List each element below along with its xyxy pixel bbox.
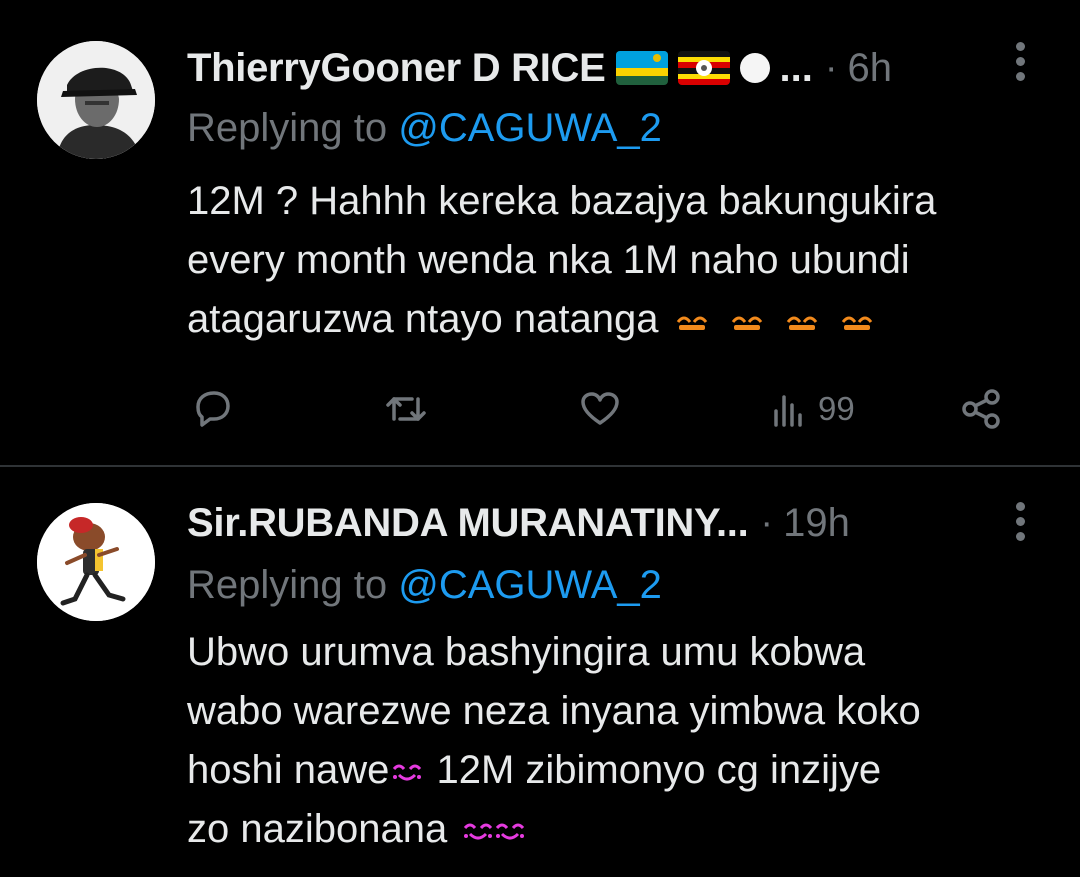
- pink-emoji-icon: [462, 820, 494, 842]
- more-options-icon[interactable]: [1010, 502, 1030, 546]
- orange-emoji-icon: [731, 310, 763, 332]
- retweet-icon: [386, 397, 426, 421]
- separator-dot: ·: [760, 501, 774, 544]
- tweet-text-line: atagaruzwa ntayo natanga: [187, 290, 1047, 349]
- avatar-cartoon-icon: [37, 503, 155, 621]
- pink-emoji-icon: [494, 820, 526, 842]
- tweet-text-fragment: 12M zibimonyo cg inzijye: [425, 748, 882, 792]
- tweet-header: ThierryGooner D RICE ... · 6h: [187, 40, 950, 96]
- retweet-button[interactable]: [384, 384, 428, 434]
- separator-dot: ·: [824, 46, 838, 89]
- tweet-actions: 99: [0, 384, 1080, 434]
- reply-icon: [196, 391, 230, 427]
- white-circle-icon: [739, 53, 770, 83]
- orange-emoji-icon: [841, 310, 873, 332]
- display-name[interactable]: ThierryGooner D RICE: [187, 46, 606, 91]
- display-name[interactable]: Sir.RUBANDA MURANATINY...: [187, 501, 749, 546]
- views-button[interactable]: 99: [768, 384, 855, 434]
- user-avatar[interactable]: [37, 41, 155, 159]
- tweet-text-line: hoshi nawe 12M zibimonyo cg inzijye: [187, 741, 1047, 800]
- tweet-header: Sir.RUBANDA MURANATINY... · 19h: [187, 495, 950, 551]
- tweet-card[interactable]: Sir.RUBANDA MURANATINY... · 19h Replying…: [0, 467, 1080, 877]
- replying-to: Replying to @CAGUWA_2: [187, 106, 662, 151]
- replying-prefix: Replying to: [187, 563, 388, 607]
- tweet-text: Ubwo urumva bashyingira umu kobwa wabo w…: [187, 623, 1047, 859]
- orange-emoji-icon: [786, 310, 818, 332]
- tweet-text-fragment: zo nazibonana: [187, 807, 448, 851]
- avatar-photo-icon: [37, 41, 155, 159]
- tweet-text-line: 12M ? Hahhh kereka bazajya bakungukira: [187, 179, 937, 223]
- reply-button[interactable]: [190, 384, 234, 434]
- tweet-card[interactable]: ThierryGooner D RICE ... · 6h Replying t…: [0, 0, 1080, 466]
- like-button[interactable]: [578, 384, 622, 434]
- share-button[interactable]: [960, 384, 1004, 434]
- uganda-flag-icon: [677, 51, 730, 85]
- tweet-text-line: wabo warezwe neza inyana yimbwa koko: [187, 689, 921, 733]
- tweet-text-fragment: hoshi nawe: [187, 748, 390, 792]
- replying-handle-link[interactable]: @CAGUWA_2: [398, 563, 662, 607]
- replying-prefix: Replying to: [187, 106, 388, 150]
- tweet-text-line: zo nazibonana: [187, 800, 1047, 859]
- name-ellipsis: ...: [779, 45, 813, 90]
- views-count: 99: [818, 390, 855, 427]
- user-avatar[interactable]: [37, 503, 155, 621]
- tweet-text-fragment: atagaruzwa ntayo natanga: [187, 297, 659, 341]
- rwanda-flag-icon: [615, 51, 668, 85]
- more-options-icon[interactable]: [1010, 42, 1030, 86]
- replying-to: Replying to @CAGUWA_2: [187, 563, 662, 608]
- heart-icon: [581, 392, 619, 425]
- tweet-text-line: Ubwo urumva bashyingira umu kobwa: [187, 630, 866, 674]
- views-chart-icon: [774, 395, 802, 427]
- orange-emoji-icon: [676, 310, 708, 332]
- pink-emoji-icon: [391, 761, 423, 783]
- tweet-text-line: every month wenda nka 1M naho ubundi: [187, 238, 910, 282]
- share-icon: [962, 389, 1000, 429]
- tweet-text: 12M ? Hahhh kereka bazajya bakungukira e…: [187, 172, 1047, 349]
- timestamp[interactable]: 19h: [783, 501, 850, 546]
- replying-handle-link[interactable]: @CAGUWA_2: [398, 106, 662, 150]
- timestamp[interactable]: 6h: [848, 46, 893, 91]
